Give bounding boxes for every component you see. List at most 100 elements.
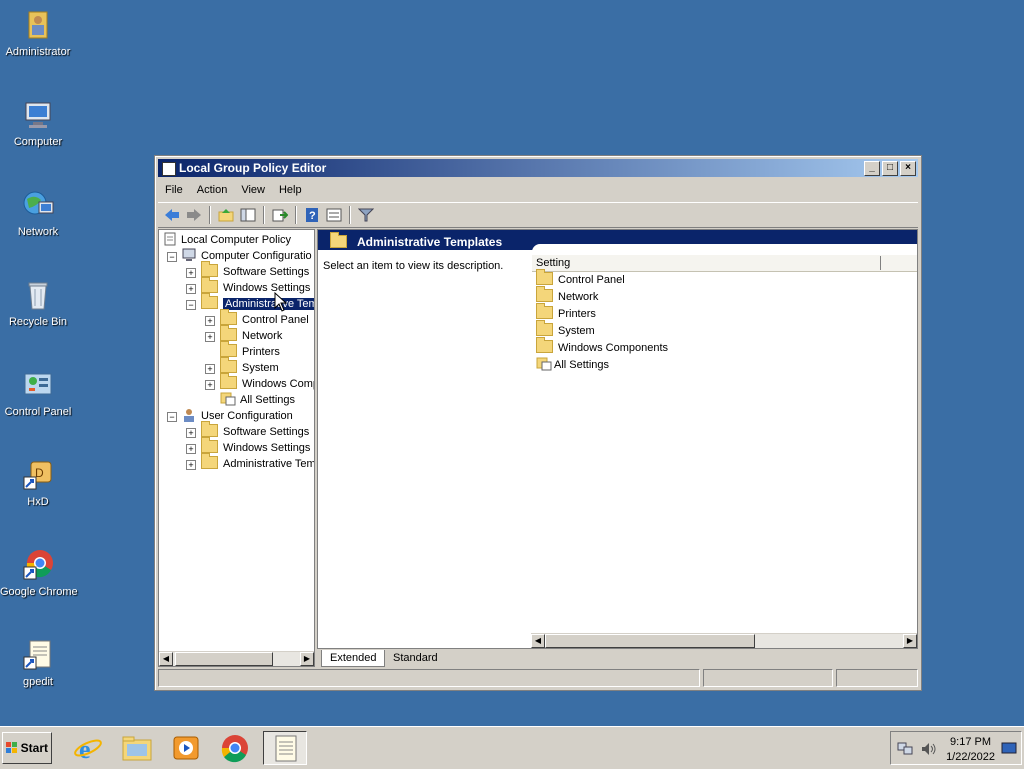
collapse-toggle[interactable]: − (167, 252, 177, 262)
mouse-cursor-icon (274, 291, 288, 315)
expand-toggle[interactable]: + (205, 364, 215, 374)
tree-uc-administrative-templates[interactable]: Administrative Tem (201, 453, 314, 472)
expand-toggle[interactable]: + (186, 444, 196, 454)
media-player-icon (173, 736, 199, 760)
column-separator[interactable] (880, 256, 881, 270)
list-item-control-panel[interactable]: Control Panel (536, 269, 625, 289)
collapse-toggle[interactable]: − (167, 412, 177, 422)
folder-icon (201, 261, 218, 277)
computer-config-icon (182, 248, 196, 261)
list-item-all-settings[interactable]: All Settings (536, 357, 609, 374)
desktop-icon-gpedit[interactable]: gpedit (0, 638, 76, 688)
taskbar-chrome[interactable] (213, 731, 257, 765)
desktop-icon-hxd[interactable]: D HxD (0, 458, 76, 508)
all-settings-icon (536, 357, 552, 371)
menu-help[interactable]: Help (272, 184, 309, 196)
folder-icon (536, 269, 553, 285)
expand-toggle[interactable]: + (186, 284, 196, 294)
clock[interactable]: 9:17 PM 1/22/2022 (946, 735, 995, 765)
svg-text:?: ? (309, 210, 316, 222)
scroll-right-button[interactable]: ▶ (903, 634, 917, 648)
expand-toggle[interactable]: + (186, 268, 196, 278)
desktop-icon-network[interactable]: Network (0, 188, 76, 238)
maximize-button[interactable]: □ (882, 161, 898, 176)
tree-at-all-settings[interactable]: All Settings (220, 392, 295, 408)
folder-icon (220, 325, 237, 341)
minimize-button[interactable]: _ (864, 161, 880, 176)
forward-icon[interactable] (184, 206, 204, 224)
title-bar[interactable]: Local Group Policy Editor _ □ × (158, 159, 918, 177)
gpedit-app-icon (162, 162, 176, 176)
expand-toggle[interactable]: + (205, 332, 215, 342)
list-item-network[interactable]: Network (536, 286, 598, 306)
svg-text:e: e (79, 735, 91, 763)
expand-toggle[interactable]: + (186, 460, 196, 470)
details-horizontal-scrollbar[interactable]: ◀ ▶ (531, 633, 917, 648)
user-folder-icon (21, 8, 55, 42)
tree-cc-administrative-templates[interactable]: Administrative Tem (201, 293, 314, 312)
tab-extended[interactable]: Extended (321, 650, 386, 667)
up-folder-icon[interactable] (216, 206, 236, 224)
internet-explorer-icon: e (74, 735, 102, 763)
scroll-right-button[interactable]: ▶ (300, 652, 314, 666)
filter-icon[interactable] (356, 206, 376, 224)
collapse-toggle[interactable]: − (186, 300, 196, 310)
scroll-left-button[interactable]: ◀ (531, 634, 545, 648)
taskbar-explorer[interactable] (115, 731, 159, 765)
scroll-thumb[interactable] (175, 652, 273, 666)
scroll-thumb[interactable] (545, 634, 755, 648)
folder-icon (220, 341, 237, 357)
tree-uc-windows-settings[interactable]: Windows Settings (201, 437, 310, 456)
expand-toggle[interactable]: + (186, 428, 196, 438)
show-hide-tree-icon[interactable] (238, 206, 258, 224)
properties-icon[interactable] (324, 206, 344, 224)
column-header-setting[interactable]: Setting (532, 255, 917, 272)
folder-icon (201, 421, 218, 437)
windows-flag-icon (6, 742, 17, 753)
desktop-icon-google-chrome[interactable]: Google Chrome (0, 548, 78, 598)
hxd-icon: D (21, 458, 55, 492)
volume-icon[interactable] (921, 742, 937, 756)
tree-at-control-panel[interactable]: Control Panel (220, 309, 309, 328)
tree-horizontal-scrollbar[interactable]: ◀ ▶ (159, 651, 314, 666)
details-pane: Administrative Templates Select an item … (317, 229, 918, 649)
tree-at-windows-components[interactable]: Windows Comp (220, 373, 314, 392)
folder-icon (536, 286, 553, 302)
tree-root[interactable]: Local Computer Policy (163, 232, 291, 248)
taskbar-internet-explorer[interactable]: e (66, 731, 110, 765)
back-icon[interactable] (162, 206, 182, 224)
menu-file[interactable]: File (158, 184, 190, 196)
expand-toggle[interactable]: + (205, 380, 215, 390)
status-cell (836, 669, 918, 687)
folder-icon (201, 437, 218, 453)
tree-at-network[interactable]: Network (220, 325, 282, 344)
desktop-icon-computer[interactable]: Computer (0, 98, 76, 148)
tree-uc-software-settings[interactable]: Software Settings (201, 421, 309, 440)
folder-icon (201, 453, 218, 469)
desktop-icon-control-panel[interactable]: Control Panel (0, 368, 76, 418)
close-button[interactable]: × (900, 161, 916, 176)
explorer-icon (122, 736, 152, 761)
desktop-icon-recycle-bin[interactable]: Recycle Bin (0, 278, 76, 328)
expand-toggle[interactable]: + (205, 316, 215, 326)
tree-cc-software-settings[interactable]: Software Settings (201, 261, 309, 280)
menu-view[interactable]: View (234, 184, 272, 196)
menu-action[interactable]: Action (190, 184, 235, 196)
start-button[interactable]: Start (2, 732, 52, 764)
tree-user-configuration[interactable]: User Configuration (181, 408, 293, 424)
show-desktop-icon[interactable] (1001, 742, 1017, 755)
status-cell (703, 669, 833, 687)
help-icon[interactable]: ? (302, 206, 322, 224)
recycle-bin-icon (21, 278, 55, 312)
desktop-icon-administrator[interactable]: Administrator (0, 8, 76, 58)
tree-cc-windows-settings[interactable]: Windows Settings (201, 277, 310, 296)
export-list-icon[interactable] (270, 206, 290, 224)
taskbar-gpedit[interactable] (263, 731, 307, 765)
network-tray-icon[interactable] (897, 742, 913, 756)
tab-standard[interactable]: Standard (385, 650, 446, 666)
taskbar-media-player[interactable] (164, 731, 208, 765)
toolbar-separator (349, 206, 351, 224)
status-bar (158, 669, 918, 687)
scroll-left-button[interactable]: ◀ (159, 652, 173, 666)
list-item-windows-components[interactable]: Windows Components (536, 337, 668, 357)
